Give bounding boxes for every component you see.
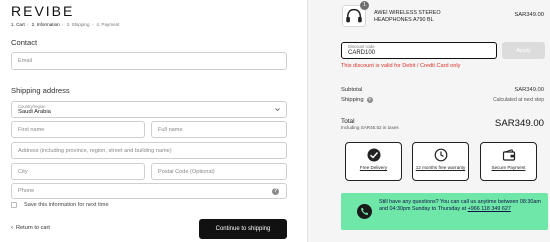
question-mark-icon[interactable]: ? bbox=[272, 188, 279, 195]
contact-heading: Contact bbox=[11, 38, 38, 47]
city-placeholder: City bbox=[18, 168, 28, 175]
save-info-checkbox[interactable] bbox=[11, 202, 17, 208]
feature-free-delivery-label: Free Delivery bbox=[359, 165, 388, 170]
return-to-cart-label: Return to cart bbox=[16, 225, 50, 231]
subtotal-row: Subtotal SAR349.00 bbox=[341, 87, 544, 93]
phone-field[interactable]: Phone ? bbox=[11, 183, 287, 199]
phone-placeholder: Phone bbox=[18, 188, 35, 194]
discount-code-value: CARD100 bbox=[348, 50, 376, 56]
breadcrumb-separator-icon: › bbox=[26, 22, 29, 27]
taxes-note: Including SAR45.52 in taxes bbox=[341, 125, 399, 130]
feature-warranty[interactable]: 12 months free warranty bbox=[412, 142, 469, 181]
secure-wallet-icon bbox=[502, 149, 515, 161]
breadcrumb-separator-icon: › bbox=[91, 22, 94, 27]
product-name: AWEI WIRELESS STEREO HEADPHONES A790 BL bbox=[374, 10, 441, 23]
address-placeholder: Address (including province, region, str… bbox=[18, 147, 172, 154]
delivery-truck-icon bbox=[367, 148, 380, 162]
shipping-label: Shipping bbox=[341, 97, 364, 103]
feature-secure-payment-label: Secure Payment bbox=[491, 165, 526, 170]
order-summary-panel: 1 AWEI WIRELESS STEREO HEADPHONES A790 B… bbox=[307, 0, 550, 242]
shipping-label-group: Shipping ? bbox=[341, 97, 373, 103]
email-field[interactable]: Email bbox=[11, 52, 287, 70]
last-name-field[interactable]: Full name bbox=[151, 121, 287, 138]
return-to-cart-link[interactable]: ‹ Return to cart bbox=[11, 225, 50, 231]
breadcrumb-information: 2. Information bbox=[31, 22, 60, 27]
help-text: Still have any questions? You can call u… bbox=[379, 199, 544, 214]
help-message: Still have any questions? You can call u… bbox=[379, 199, 541, 213]
shipping-row: Shipping ? Calculated at next step bbox=[341, 97, 544, 103]
save-info-row[interactable]: Save this information for next time bbox=[11, 202, 109, 208]
save-info-label: Save this information for next time bbox=[24, 202, 109, 208]
total-value: SAR349.00 bbox=[494, 118, 544, 129]
quantity-badge: 1 bbox=[360, 1, 369, 10]
subtotal-label: Subtotal bbox=[341, 87, 363, 93]
shipping-address-heading: Shipping address bbox=[11, 86, 70, 95]
country-value: Saudi Arabia bbox=[18, 109, 51, 115]
discount-error-message: This discount is valid for Debit / Credi… bbox=[341, 63, 461, 69]
apply-discount-button[interactable]: Apply bbox=[502, 42, 545, 59]
last-name-placeholder: Full name bbox=[158, 126, 183, 133]
feature-warranty-label: 12 months free warranty bbox=[415, 165, 466, 170]
postal-code-placeholder: Postal Code (Optional) bbox=[158, 168, 215, 175]
address-field[interactable]: Address (including province, region, str… bbox=[11, 142, 287, 159]
breadcrumb-payment: 4. Payment bbox=[96, 22, 120, 27]
postal-code-field[interactable]: Postal Code (Optional) bbox=[151, 163, 287, 180]
checkout-form-panel: REVIBE 1. Cart › 2. Information › 3. Shipp… bbox=[0, 0, 307, 242]
question-mark-icon[interactable]: ? bbox=[366, 97, 373, 103]
first-name-field[interactable]: First name bbox=[11, 121, 145, 138]
breadcrumb-cart[interactable]: 1. Cart bbox=[11, 22, 25, 27]
help-phone-link[interactable]: +966 118 349 627 bbox=[468, 206, 511, 212]
email-placeholder: Email bbox=[18, 58, 32, 64]
shipping-value: Calculated at next step bbox=[493, 97, 544, 103]
help-contact-card: Still have any questions? You can call u… bbox=[341, 193, 548, 230]
breadcrumb: 1. Cart › 2. Information › 3. Shipping › 4.… bbox=[11, 22, 120, 27]
chevron-left-icon: ‹ bbox=[11, 225, 13, 231]
breadcrumb-shipping: 3. Shipping bbox=[66, 22, 90, 27]
feature-free-delivery[interactable]: Free Delivery bbox=[345, 142, 402, 181]
feature-secure-payment[interactable]: Secure Payment bbox=[480, 142, 537, 181]
total-label: Total bbox=[341, 118, 355, 125]
brand-logo[interactable]: REVIBE bbox=[11, 3, 74, 19]
first-name-placeholder: First name bbox=[18, 126, 45, 133]
product-price: SAR349.00 bbox=[514, 12, 544, 18]
city-field[interactable]: City bbox=[11, 163, 145, 180]
discount-code-input[interactable]: Discount code CARD100 bbox=[341, 42, 497, 59]
breadcrumb-separator-icon: › bbox=[61, 22, 64, 27]
chevron-down-icon bbox=[275, 108, 280, 112]
warranty-clock-icon bbox=[434, 148, 447, 162]
continue-to-shipping-button[interactable]: Continue to shipping bbox=[199, 219, 287, 239]
country-select[interactable]: Country/region Saudi Arabia bbox=[11, 101, 287, 118]
phone-icon bbox=[357, 204, 372, 219]
subtotal-value: SAR349.00 bbox=[514, 87, 544, 93]
